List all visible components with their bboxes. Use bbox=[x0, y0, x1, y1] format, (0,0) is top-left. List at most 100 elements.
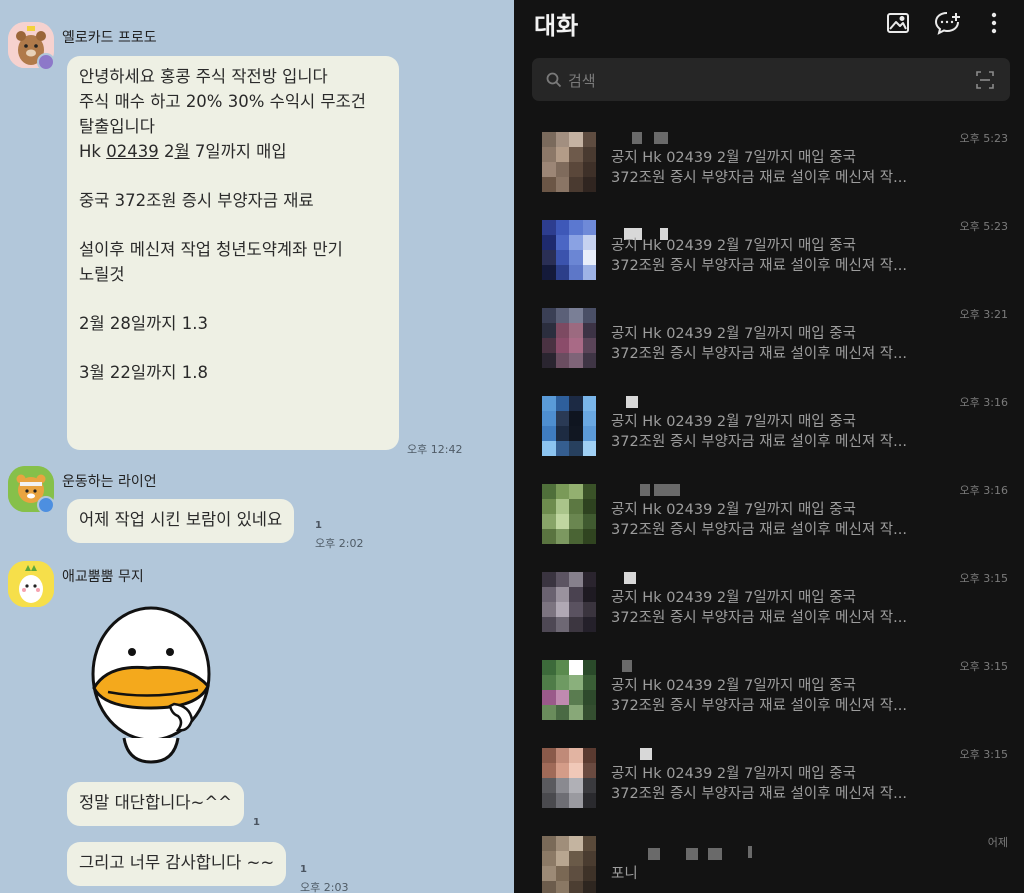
message-text: 어제 작업 시킨 보람이 있네요 bbox=[79, 510, 283, 529]
chat-time: 오후 3:15 bbox=[959, 660, 1008, 673]
scan-icon[interactable] bbox=[975, 70, 995, 90]
chat-preview: 공지 Hk 02439 2월 7일까지 매입 중국 372조원 증시 부양자금 재… bbox=[611, 324, 907, 364]
avatar bbox=[542, 308, 596, 368]
message-line: 주식 매수 하고 20% 30% 수익시 무조건 bbox=[79, 92, 366, 111]
message-time: 오후 2:03 bbox=[300, 881, 349, 893]
chat-list-item[interactable]: 공지 Hk 02439 2월 7일까지 매입 중국 372조원 증시 부양자금 재… bbox=[514, 570, 1024, 658]
avatar bbox=[542, 396, 596, 456]
chat-list-item[interactable]: 포니 어제 bbox=[514, 834, 1024, 893]
chat-time: 오후 3:16 bbox=[959, 484, 1008, 497]
message-line: 중국 372조원 증시 부양자금 재료 bbox=[79, 191, 314, 210]
chat-preview: 공지 Hk 02439 2월 7일까지 매입 중국 372조원 증시 부양자금 재… bbox=[611, 676, 907, 716]
message-text: 정말 대단합니다~^^ bbox=[79, 793, 232, 812]
message-line: 노릴것 bbox=[79, 265, 125, 284]
chat-name-redacted bbox=[614, 570, 684, 584]
message-line: 안녕하세요 홍콩 주식 작전방 입니다 bbox=[79, 67, 328, 86]
chat-preview: 공지 Hk 02439 2월 7일까지 매입 중국 372조원 증시 부양자금 재… bbox=[611, 412, 907, 452]
avatar bbox=[542, 660, 596, 720]
chat-preview-line: 공지 Hk 02439 2월 7일까지 매입 중국 bbox=[611, 590, 856, 606]
avatar bbox=[542, 484, 596, 544]
message-bubble[interactable]: 안녕하세요 홍콩 주식 작전방 입니다 주식 매수 하고 20% 30% 수익시… bbox=[67, 56, 399, 450]
chat-room-panel: 옐로카드 프로도 안녕하세요 홍콩 주식 작전방 입니다 주식 매수 하고 20… bbox=[0, 0, 514, 893]
chat-name-redacted bbox=[614, 130, 684, 144]
chat-preview-line: 372조원 증시 부양자금 재료 설이후 메신져 작... bbox=[611, 786, 907, 802]
chat-preview-line: 372조원 증시 부양자금 재료 설이후 메신져 작... bbox=[611, 522, 907, 538]
chat-preview-line: 372조원 증시 부양자금 재료 설이후 메신져 작... bbox=[611, 698, 907, 714]
bot-badge-icon bbox=[37, 53, 55, 71]
date-link[interactable]: 월 bbox=[174, 142, 189, 161]
page-title: 대화 bbox=[534, 12, 579, 40]
stock-code-link[interactable]: 02439 bbox=[106, 142, 159, 161]
chat-time: 오후 3:21 bbox=[959, 308, 1008, 321]
crown-badge-icon bbox=[37, 496, 55, 514]
chat-preview: 공지 Hk 02439 2월 7일까지 매입 중국 372조원 증시 부양자금 재… bbox=[611, 236, 907, 276]
avatar-muzi[interactable] bbox=[8, 561, 54, 607]
message-text: 그리고 너무 감사합니다 ~~ bbox=[79, 853, 275, 872]
search-icon bbox=[546, 72, 562, 88]
duck-sticker-icon bbox=[91, 606, 211, 764]
sender-name: 애교뿜뿜 무지 bbox=[62, 569, 144, 585]
chat-preview: 공지 Hk 02439 2월 7일까지 매입 중국 372조원 증시 부양자금 재… bbox=[611, 588, 907, 628]
unread-count: 1 bbox=[315, 520, 322, 531]
tube-sticker[interactable] bbox=[88, 604, 214, 764]
message-line: 3월 22일까지 1.8 bbox=[79, 363, 208, 382]
avatar bbox=[542, 748, 596, 808]
chat-preview-line: 372조원 증시 부양자금 재료 설이후 메신져 작... bbox=[611, 610, 907, 626]
chat-preview-line: 공지 Hk 02439 2월 7일까지 매입 중국 bbox=[611, 766, 856, 782]
sender-name: 옐로카드 프로도 bbox=[62, 30, 157, 46]
chat-list-item[interactable]: 공지 Hk 02439 2월 7일까지 매입 중국 372조원 증시 부양자금 재… bbox=[514, 218, 1024, 306]
avatar bbox=[542, 572, 596, 632]
more-vertical-icon[interactable] bbox=[986, 10, 1002, 36]
chat-preview-line: 포니 bbox=[611, 866, 638, 882]
chat-name-redacted bbox=[614, 218, 684, 240]
chat-name-redacted bbox=[614, 482, 684, 496]
chat-list-item[interactable]: 공지 Hk 02439 2월 7일까지 매입 중국 372조원 증시 부양자금 재… bbox=[514, 306, 1024, 394]
chat-time: 오후 3:15 bbox=[959, 748, 1008, 761]
chat-time: 오후 5:23 bbox=[959, 220, 1008, 233]
chat-preview-line: 372조원 증시 부양자금 재료 설이후 메신져 작... bbox=[611, 170, 907, 186]
muzi-avatar-icon bbox=[8, 561, 54, 607]
search-input[interactable]: 검색 bbox=[532, 58, 1010, 101]
message-time: 오후 12:42 bbox=[407, 443, 463, 456]
unread-count: 1 bbox=[253, 817, 260, 828]
message-time: 오후 2:02 bbox=[315, 537, 364, 550]
chat-list-panel: 대화 검색 공지 Hk 02439 2월 7일까지 매입 중국 372조원 증시… bbox=[514, 0, 1024, 893]
avatar bbox=[542, 132, 596, 192]
chat-preview-line: 공지 Hk 02439 2월 7일까지 매입 중국 bbox=[611, 414, 856, 430]
chat-name-redacted bbox=[614, 394, 684, 408]
message-line: Hk 02439 2월 7일까지 매입 bbox=[79, 142, 287, 161]
chat-preview: 포니 bbox=[611, 864, 638, 884]
chat-preview-line: 372조원 증시 부양자금 재료 설이후 메신져 작... bbox=[611, 434, 907, 450]
message-bubble[interactable]: 정말 대단합니다~^^ bbox=[67, 782, 244, 826]
chat-list-item[interactable]: 공지 Hk 02439 2월 7일까지 매입 중국 372조원 증시 부양자금 재… bbox=[514, 130, 1024, 218]
chat-preview: 공지 Hk 02439 2월 7일까지 매입 중국 372조원 증시 부양자금 재… bbox=[611, 148, 907, 188]
avatar bbox=[542, 836, 596, 893]
chat-time: 오후 3:15 bbox=[959, 572, 1008, 585]
chat-preview: 공지 Hk 02439 2월 7일까지 매입 중국 372조원 증시 부양자금 재… bbox=[611, 764, 907, 804]
new-chat-icon[interactable] bbox=[934, 10, 960, 36]
chat-name-redacted bbox=[614, 306, 684, 320]
chat-name-redacted bbox=[614, 746, 684, 760]
chat-time: 오후 3:16 bbox=[959, 396, 1008, 409]
image-icon[interactable] bbox=[885, 10, 911, 36]
message-bubble[interactable]: 그리고 너무 감사합니다 ~~ bbox=[67, 842, 287, 886]
chat-preview-line: 공지 Hk 02439 2월 7일까지 매입 중국 bbox=[611, 150, 856, 166]
avatar bbox=[542, 220, 596, 280]
chat-name-redacted bbox=[614, 658, 684, 672]
message-line: 설이후 메신져 작업 청년도약계좌 만기 bbox=[79, 240, 343, 259]
search-placeholder: 검색 bbox=[568, 72, 596, 90]
message-bubble[interactable]: 어제 작업 시킨 보람이 있네요 bbox=[67, 499, 295, 543]
chat-list-item[interactable]: 공지 Hk 02439 2월 7일까지 매입 중국 372조원 증시 부양자금 재… bbox=[514, 482, 1024, 570]
chat-list-item[interactable]: 공지 Hk 02439 2월 7일까지 매입 중국 372조원 증시 부양자금 재… bbox=[514, 746, 1024, 834]
chat-list-item[interactable]: 공지 Hk 02439 2월 7일까지 매입 중국 372조원 증시 부양자금 재… bbox=[514, 658, 1024, 746]
chat-name-redacted bbox=[614, 834, 752, 860]
chat-preview-line: 공지 Hk 02439 2월 7일까지 매입 중국 bbox=[611, 326, 856, 342]
chat-time: 어제 bbox=[987, 836, 1008, 849]
chat-preview-line: 372조원 증시 부양자금 재료 설이후 메신져 작... bbox=[611, 346, 907, 362]
sender-name: 운동하는 라이언 bbox=[62, 474, 157, 490]
unread-count: 1 bbox=[300, 864, 307, 875]
chat-preview-line: 공지 Hk 02439 2월 7일까지 매입 중국 bbox=[611, 238, 856, 254]
chat-preview-line: 공지 Hk 02439 2월 7일까지 매입 중국 bbox=[611, 502, 856, 518]
chat-list-item[interactable]: 공지 Hk 02439 2월 7일까지 매입 중국 372조원 증시 부양자금 재… bbox=[514, 394, 1024, 482]
chat-preview-line: 공지 Hk 02439 2월 7일까지 매입 중국 bbox=[611, 678, 856, 694]
